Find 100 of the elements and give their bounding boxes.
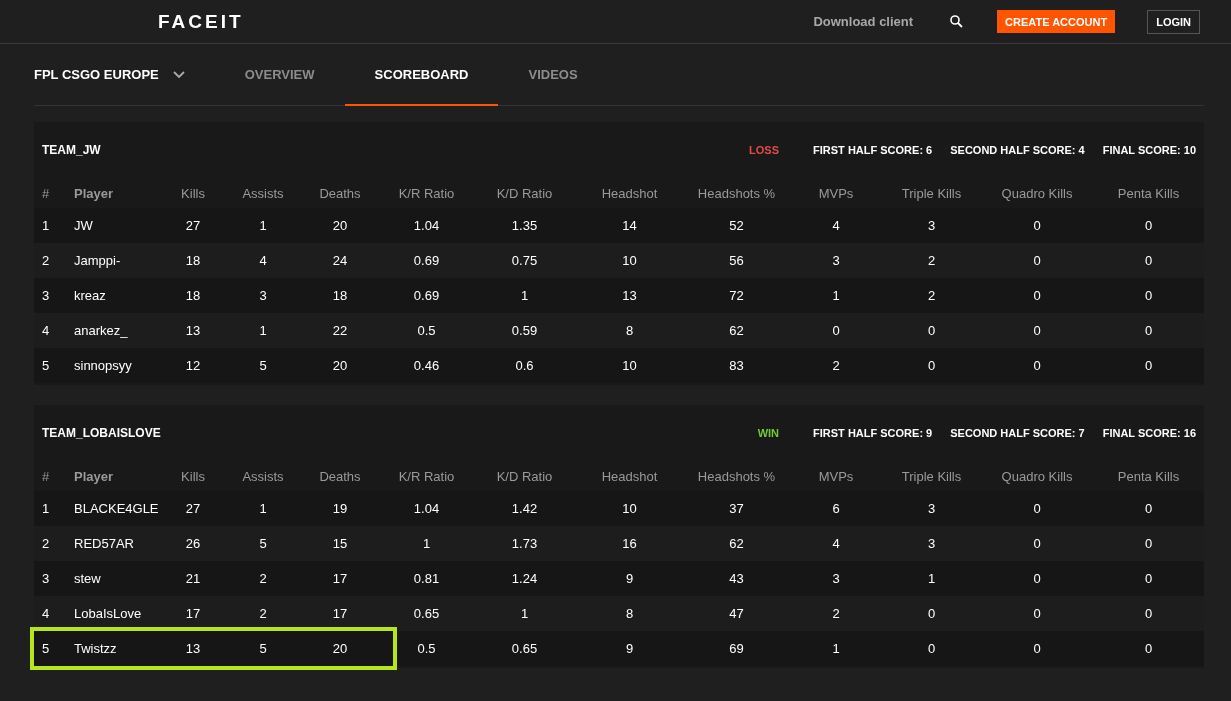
stat-cell-text: 20 xyxy=(331,641,349,656)
player-name: kreaz xyxy=(73,288,107,303)
stat-cell-text: 0 xyxy=(831,323,841,338)
rank-cell-text: 3 xyxy=(41,288,51,303)
stat-cell-text: 5 xyxy=(258,641,268,656)
stat-cell-text: 6 xyxy=(831,501,841,516)
stat-cell-text: 0 xyxy=(1032,218,1042,233)
stat-cell-text: 83 xyxy=(728,358,745,373)
stat-cell-text: 17 xyxy=(331,606,349,621)
stat-cell-text: 9 xyxy=(624,571,635,586)
stat-cell-text: 12 xyxy=(184,358,202,373)
column-header: Deaths xyxy=(318,468,362,484)
stat-cell-text: 0.5 xyxy=(416,323,437,338)
stat-cell-text: 72 xyxy=(728,288,745,303)
stat-cell-text: 56 xyxy=(728,253,745,268)
login-button[interactable]: LOGIN xyxy=(1147,9,1200,34)
column-header: Player xyxy=(73,185,115,201)
stat-cell-text: 17 xyxy=(331,571,349,586)
competition-dropdown[interactable]: FPL CSGO EUROPE xyxy=(34,44,185,105)
stat-cell-text: 0 xyxy=(1032,358,1042,373)
stat-cell-text: 0.46 xyxy=(412,358,441,373)
column-header: MVPs xyxy=(817,468,855,484)
stat-cell-text: 26 xyxy=(184,536,202,551)
stat-cell-text: 1 xyxy=(258,501,268,516)
stat-cell-text: 0.69 xyxy=(412,288,441,303)
player-name: BLACKE4GLE xyxy=(73,501,160,516)
stat-cell-text: 19 xyxy=(331,501,349,516)
rank-cell-text: 2 xyxy=(41,536,51,551)
stat-cell-text: 0 xyxy=(926,323,937,338)
rank-cell-text: 4 xyxy=(41,606,51,621)
rank-cell-text: 5 xyxy=(41,358,51,373)
stat-cell-text: 10 xyxy=(621,501,638,516)
stat-cell-text: 20 xyxy=(331,218,349,233)
stat-cell-text: 0 xyxy=(1032,571,1042,586)
column-header: Kills xyxy=(180,185,206,201)
stat-cell-text: 2 xyxy=(926,288,937,303)
stat-cell-text: 1 xyxy=(926,571,937,586)
stat-cell-text: 62 xyxy=(728,536,745,551)
stat-cell-text: 0 xyxy=(1143,641,1154,656)
team-name: TEAM_LOBAISLOVE xyxy=(42,426,162,440)
column-header: Quadro Kills xyxy=(1000,468,1074,484)
stat-cell-text: 0 xyxy=(1032,501,1042,516)
stat-cell-text: 0.59 xyxy=(510,323,539,338)
nav-tab[interactable]: VIDEOS xyxy=(498,44,608,106)
stat-cell-text: 0 xyxy=(1032,606,1042,621)
stat-cell-text: 0 xyxy=(1143,571,1154,586)
stat-cell-text: 1 xyxy=(258,323,268,338)
stat-cell-text: 1 xyxy=(831,641,841,656)
stat-cell-text: 4 xyxy=(831,218,841,233)
stat-cell-text: 0 xyxy=(926,606,937,621)
stat-cell-text: 0 xyxy=(926,641,937,656)
nav-tab[interactable]: OVERVIEW xyxy=(214,44,345,106)
stat-cell-text: 13 xyxy=(184,641,202,656)
stat-cell-text: 22 xyxy=(331,323,349,338)
player-name: anarkez_ xyxy=(73,323,129,338)
stat-cell-text: 0 xyxy=(1032,323,1042,338)
stat-cell-text: 18 xyxy=(331,288,349,303)
stat-cell-text: 0 xyxy=(1032,288,1042,303)
player-name: Jamppi- xyxy=(73,253,122,268)
stat-cell-text: 13 xyxy=(184,323,202,338)
stat-cell-text: 1.04 xyxy=(412,218,441,233)
stat-cell-text: 2 xyxy=(926,253,937,268)
stat-cell-text: 8 xyxy=(624,323,635,338)
stat-cell-text: 27 xyxy=(184,218,202,233)
match-result: LOSS xyxy=(749,144,780,156)
stat-cell-text: 0.69 xyxy=(412,253,441,268)
stat-cell-text: 0 xyxy=(1032,536,1042,551)
player-name: Twistzz xyxy=(73,641,118,656)
stat-cell-text: 1 xyxy=(258,218,268,233)
score-label: FINAL SCORE: 10 xyxy=(1102,144,1196,156)
download-client-link[interactable]: Download client xyxy=(813,14,914,29)
column-header: # xyxy=(41,468,51,484)
stat-cell-text: 1 xyxy=(831,288,841,303)
stat-cell-text: 0.81 xyxy=(412,571,441,586)
stat-cell-text: 9 xyxy=(624,641,635,656)
stat-cell-text: 4 xyxy=(258,253,268,268)
stat-cell-text: 52 xyxy=(728,218,745,233)
stat-cell-text: 0 xyxy=(1143,536,1154,551)
stat-cell-text: 20 xyxy=(331,358,349,373)
column-header: Headshot xyxy=(600,185,659,201)
stat-cell-text: 1.73 xyxy=(510,536,539,551)
stat-cell-text: 0.5 xyxy=(416,641,437,656)
stat-cell-text: 0.65 xyxy=(510,641,539,656)
stat-cell-text: 4 xyxy=(831,536,841,551)
player-name: JW xyxy=(73,218,94,233)
logo[interactable]: FACEIT xyxy=(158,10,244,33)
score-label: FIRST HALF SCORE: 9 xyxy=(813,427,933,439)
player-name: RED57AR xyxy=(73,536,135,551)
stat-cell-text: 16 xyxy=(621,536,638,551)
stat-cell-text: 14 xyxy=(621,218,638,233)
stat-cell-text: 3 xyxy=(831,571,841,586)
stat-cell-text: 43 xyxy=(728,571,745,586)
column-header: Player xyxy=(73,468,115,484)
stat-cell-text: 0 xyxy=(1143,218,1154,233)
column-header: Penta Kills xyxy=(1116,468,1181,484)
nav-tab[interactable]: SCOREBOARD xyxy=(344,44,499,106)
stat-cell-text: 1.04 xyxy=(412,501,441,516)
search-icon[interactable] xyxy=(950,15,964,28)
stat-cell-text: 2 xyxy=(831,358,841,373)
column-header: # xyxy=(41,185,51,201)
